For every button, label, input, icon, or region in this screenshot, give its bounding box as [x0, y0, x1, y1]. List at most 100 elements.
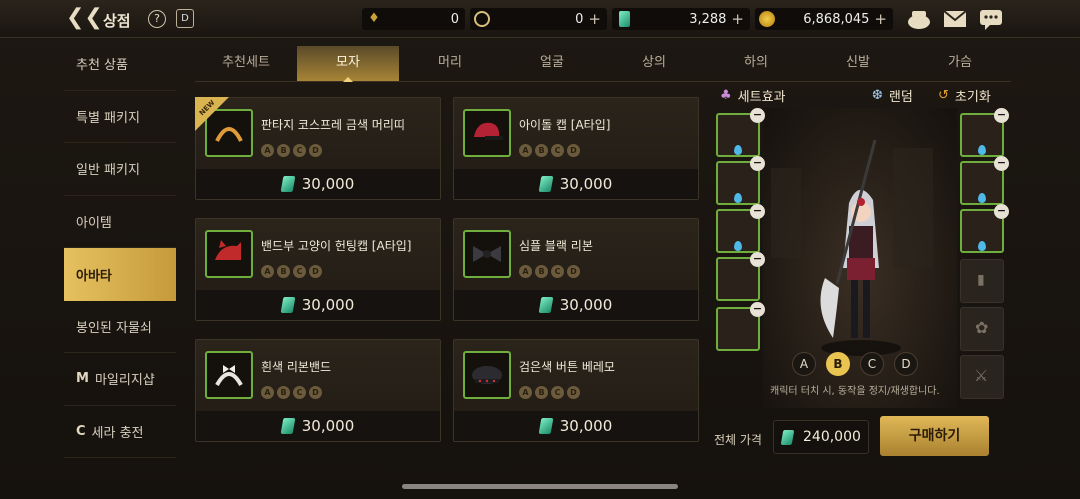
menu-item-cera-charge[interactable]: C 세라 충전: [64, 406, 176, 458]
variant-selector: A B C D: [792, 352, 918, 376]
tab-recommended-set[interactable]: 추천세트: [195, 46, 297, 81]
tab-shoes[interactable]: 신발: [807, 46, 909, 81]
menu-item-item[interactable]: 아이템: [64, 196, 176, 248]
menu-item-general-package[interactable]: 일반 패키지: [64, 143, 176, 196]
remove-icon[interactable]: −: [994, 204, 1009, 219]
mail-icon[interactable]: [942, 7, 968, 31]
tab-hat[interactable]: 모자: [297, 46, 399, 82]
option-b: B: [535, 144, 548, 157]
product-name: 심플 블랙 리본: [519, 239, 593, 253]
product-card[interactable]: NEW 판타지 코스프레 금색 머리띠 ABCD 30,000: [195, 97, 441, 200]
menu-item-sealed-lock[interactable]: 봉인된 자물쇠: [64, 301, 176, 353]
menu-label: 세라 충전: [91, 425, 144, 441]
menu-item-recommended[interactable]: 추천 상품: [64, 38, 176, 91]
option-a: A: [261, 386, 274, 399]
remove-icon[interactable]: −: [750, 204, 765, 219]
product-card[interactable]: 심플 블랙 리본 ABCD 30,000: [453, 218, 699, 321]
product-card[interactable]: 검은색 버튼 베레모 ABCD 30,000: [453, 339, 699, 442]
top-bar: ❮❮ 상점 ? D ♦ 0 0 + 3,288 + 6,868,045 +: [0, 0, 1080, 38]
dice-button[interactable]: D: [176, 9, 194, 28]
add-gem-button[interactable]: +: [731, 10, 744, 28]
slot-shoes[interactable]: −: [716, 302, 765, 351]
option-c: C: [551, 144, 564, 157]
gem-icon: [538, 418, 554, 434]
ribbon-band-icon: [205, 351, 253, 399]
remove-icon[interactable]: −: [750, 108, 765, 123]
tab-top[interactable]: 상의: [603, 46, 705, 81]
variant-d[interactable]: D: [894, 352, 918, 376]
drop-icon: [734, 145, 742, 155]
drop-icon: [978, 193, 986, 203]
product-name: 밴드부 고양이 헌팅캡 [A타입]: [261, 239, 412, 253]
tab-face[interactable]: 얼굴: [501, 46, 603, 81]
slot-neck[interactable]: −: [716, 252, 765, 301]
currency-cera: 0 +: [470, 8, 607, 30]
menu-item-avatar[interactable]: 아바타: [64, 248, 176, 301]
option-c: C: [551, 386, 564, 399]
remove-icon[interactable]: −: [994, 108, 1009, 123]
buy-button[interactable]: 구매하기: [880, 416, 989, 456]
currency-value: 6,868,045: [803, 11, 870, 27]
product-price: 30,000: [301, 296, 355, 314]
price-bar: 30,000: [196, 411, 440, 441]
treasure-pot-icon[interactable]: [906, 7, 932, 31]
option-b: B: [277, 144, 290, 157]
back-arrow-icon[interactable]: ❮❮: [66, 7, 103, 30]
gold-leaf-icon: ♦: [368, 11, 380, 26]
price-bar: 30,000: [196, 169, 440, 199]
slot-waist[interactable]: −: [960, 204, 1009, 253]
remove-icon[interactable]: −: [750, 302, 765, 317]
menu-item-special-package[interactable]: 특별 패키지: [64, 91, 176, 143]
tab-hair[interactable]: 머리: [399, 46, 501, 81]
product-options: ABCD: [519, 265, 580, 278]
menu-label: 추천 상품: [76, 58, 128, 74]
price-bar: 30,000: [196, 290, 440, 320]
remove-icon[interactable]: −: [750, 156, 765, 171]
variant-c[interactable]: C: [860, 352, 884, 376]
product-name: 아이돌 캡 [A타입]: [519, 118, 611, 132]
slot-hair[interactable]: −: [960, 108, 1009, 157]
slot-face[interactable]: −: [716, 156, 765, 205]
random-button[interactable]: ❆ 랜덤: [872, 86, 913, 105]
gem-icon: [280, 176, 296, 192]
help-button[interactable]: ?: [148, 10, 166, 28]
slot-top[interactable]: −: [716, 204, 765, 253]
tab-bottom[interactable]: 하의: [705, 46, 807, 81]
option-d: D: [567, 144, 580, 157]
slot-empty-weapon[interactable]: ⚔: [960, 355, 1004, 399]
variant-a[interactable]: A: [792, 352, 816, 376]
currency-gold: 6,868,045 +: [755, 8, 893, 30]
add-gold-button[interactable]: +: [874, 10, 887, 28]
preview-note: 캐릭터 터치 시, 동작을 정지/재생합니다.: [770, 386, 940, 397]
product-price: 30,000: [559, 175, 613, 193]
option-a: A: [261, 265, 274, 278]
drop-icon: [978, 241, 986, 251]
set-effect-button[interactable]: ♣ 세트효과: [720, 86, 786, 105]
variant-b[interactable]: B: [826, 352, 850, 376]
remove-icon[interactable]: −: [750, 252, 765, 267]
currency-value: 3,288: [689, 11, 727, 27]
product-name: 판타지 코스프레 금색 머리띠: [261, 118, 405, 132]
menu-item-mileage-shop[interactable]: M 마일리지샵: [64, 353, 176, 406]
reset-icon: ↺: [938, 88, 949, 103]
chat-icon[interactable]: [978, 7, 1004, 31]
product-card[interactable]: 아이돌 캡 [A타입] ABCD 30,000: [453, 97, 699, 200]
slot-hat[interactable]: −: [716, 108, 765, 157]
tab-chest[interactable]: 가슴: [909, 46, 1011, 81]
product-card[interactable]: 밴드부 고양이 헌팅캡 [A타입] ABCD 30,000: [195, 218, 441, 321]
option-c: C: [551, 265, 564, 278]
menu-label: 봉인된 자물쇠: [76, 320, 152, 336]
random-label: 랜덤: [888, 90, 913, 105]
product-options: ABCD: [261, 144, 322, 157]
cat-cap-icon: [205, 230, 253, 278]
gem-icon: [280, 297, 296, 313]
reset-button[interactable]: ↺ 초기화: [938, 86, 991, 105]
slot-empty-aura[interactable]: ✿: [960, 307, 1004, 351]
product-card[interactable]: 흰색 리본밴드 ABCD 30,000: [195, 339, 441, 442]
product-options: ABCD: [519, 144, 580, 157]
slot-bottom[interactable]: −: [960, 156, 1009, 205]
add-cera-button[interactable]: +: [588, 10, 601, 28]
home-indicator[interactable]: [402, 484, 678, 489]
remove-icon[interactable]: −: [994, 156, 1009, 171]
slot-empty-skin[interactable]: ▮: [960, 259, 1004, 303]
